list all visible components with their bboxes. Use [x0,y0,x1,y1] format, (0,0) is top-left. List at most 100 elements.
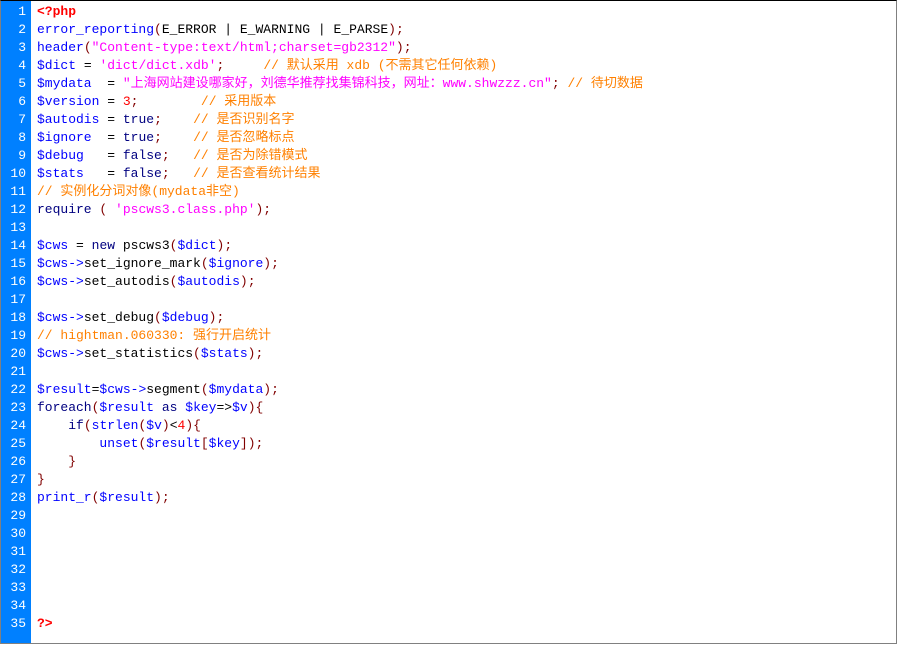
token-op: = [107,94,115,109]
token-arrow: -> [68,256,84,271]
code-line[interactable] [37,507,890,525]
line-number: 32 [9,561,26,579]
token-kw: if [68,418,84,433]
code-area[interactable]: <?phperror_reporting(E_ERROR | E_WARNING… [31,1,896,643]
code-line[interactable]: $cws->set_debug($debug); [37,309,890,327]
token-id [115,94,123,109]
code-line[interactable]: $result=$cws->segment($mydata); [37,381,890,399]
code-line[interactable]: $cws = new pscws3($dict); [37,237,890,255]
token-num: 3 [123,94,131,109]
code-line[interactable]: $autodis = true; // 是否识别名字 [37,111,890,129]
code-line[interactable]: $dict = 'dict/dict.xdb'; // 默认采用 xdb (不需… [37,57,890,75]
code-line[interactable]: // 实例化分词对像(mydata非空) [37,183,890,201]
line-number: 13 [9,219,26,237]
token-func: print_r [37,490,92,505]
token-id: set_debug [84,310,154,325]
token-kw: new [92,238,115,253]
token-arrow: -> [68,310,84,325]
code-line[interactable] [37,579,890,597]
code-line[interactable]: $cws->set_statistics($stats); [37,345,890,363]
token-bool: true [123,130,154,145]
token-var: $autodis [177,274,239,289]
code-line[interactable] [37,597,890,615]
code-editor[interactable]: 1234567891011121314151617181920212223242… [0,0,897,644]
token-var: $cws [37,346,68,361]
token-semi: ; [154,112,162,127]
token-id [115,148,123,163]
code-line[interactable]: print_r($result); [37,489,890,507]
token-var: $mydata [209,382,264,397]
code-line[interactable] [37,219,890,237]
token-func: unset [99,436,138,451]
code-line[interactable] [37,363,890,381]
code-line[interactable]: <?php [37,3,890,21]
token-cmt: // 默认采用 xdb (不需其它任何依赖) [263,58,497,73]
code-line[interactable] [37,561,890,579]
token-semi: ; [248,274,256,289]
token-id [115,112,123,127]
code-line[interactable]: $debug = false; // 是否为除错模式 [37,147,890,165]
token-arrow: -> [68,346,84,361]
token-id [37,418,68,433]
token-id [162,112,193,127]
code-line[interactable]: unset($result[$key]); [37,435,890,453]
token-brace: { [193,418,201,433]
code-line[interactable]: error_reporting(E_ERROR | E_WARNING | E_… [37,21,890,39]
token-id [92,130,108,145]
line-number: 1 [9,3,26,21]
code-line[interactable]: $version = 3; // 采用版本 [37,93,890,111]
code-line[interactable] [37,525,890,543]
code-line[interactable]: require ( 'pscws3.class.php'); [37,201,890,219]
token-cmt: // 采用版本 [201,94,276,109]
token-op: < [170,418,178,433]
token-var: $cws [37,256,68,271]
token-op: = [107,112,115,127]
token-id [84,148,107,163]
token-func: strlen [92,418,139,433]
code-line[interactable]: $cws->set_autodis($autodis); [37,273,890,291]
token-paren: ) [388,22,396,37]
token-var: $v [146,418,162,433]
token-paren: ( [201,382,209,397]
token-semi: ; [162,490,170,505]
code-line[interactable]: } [37,453,890,471]
code-line[interactable]: ?> [37,615,890,633]
code-line[interactable]: header("Content-type:text/html;charset=g… [37,39,890,57]
token-op: = [107,148,115,163]
code-line[interactable]: } [37,471,890,489]
line-number: 28 [9,489,26,507]
code-line[interactable] [37,543,890,561]
code-line[interactable]: foreach($result as $key=>$v){ [37,399,890,417]
token-arrow: -> [68,274,84,289]
line-number: 22 [9,381,26,399]
token-id [162,130,193,145]
token-id [154,400,162,415]
code-line[interactable]: $stats = false; // 是否查看统计结果 [37,165,890,183]
code-line[interactable] [37,291,890,309]
token-semi: ; [216,310,224,325]
token-paren: ) [396,40,404,55]
code-line[interactable]: $cws->set_ignore_mark($ignore); [37,255,890,273]
token-var: $key [209,436,240,451]
token-paren: ) [240,274,248,289]
token-var: $v [232,400,248,415]
code-line[interactable]: $mydata = "上海网站建设哪家好，刘德华推荐找集锦科技，网址：www.s… [37,75,890,93]
token-id: pscws3 [115,238,170,253]
token-id: set_statistics [84,346,193,361]
line-number: 3 [9,39,26,57]
token-paren: ) [154,490,162,505]
token-bool: false [123,148,162,163]
line-number: 31 [9,543,26,561]
token-var: $ignore [209,256,264,271]
code-line[interactable]: $ignore = true; // 是否忽略标点 [37,129,890,147]
line-number: 9 [9,147,26,165]
code-line[interactable]: if(strlen($v)<4){ [37,417,890,435]
code-line[interactable]: // hightman.060330: 强行开启统计 [37,327,890,345]
token-cmt: // 是否为除错模式 [193,148,307,163]
token-id [170,166,193,181]
token-var: $version [37,94,99,109]
token-id [84,238,92,253]
token-str: 'pscws3.class.php' [115,202,255,217]
token-semi: ; [224,238,232,253]
token-id: E_PARSE [326,22,388,37]
